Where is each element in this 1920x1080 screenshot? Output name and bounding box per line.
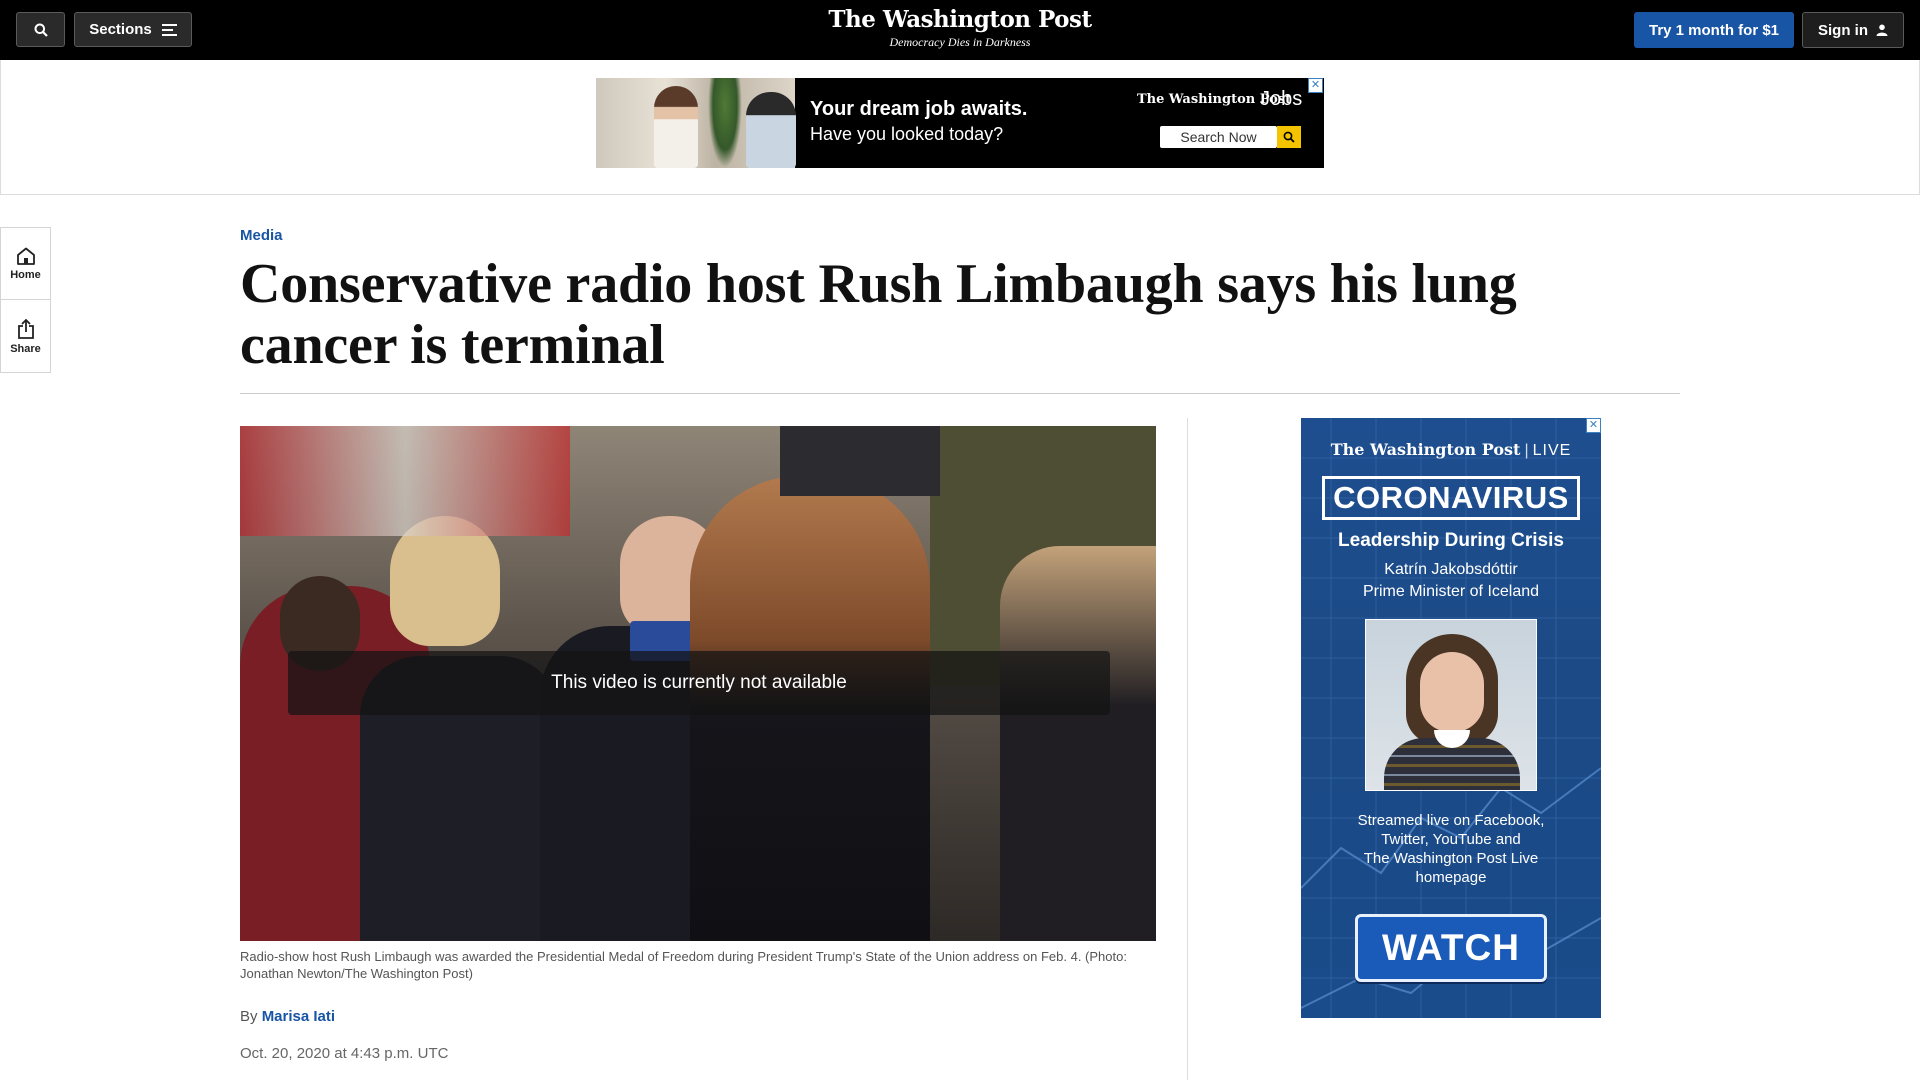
sign-in-button[interactable]: Sign in bbox=[1802, 12, 1904, 48]
masthead[interactable]: The Washington Post Democracy Dies in Da… bbox=[760, 6, 1160, 50]
site-tagline: Democracy Dies in Darkness bbox=[889, 35, 1031, 49]
guest-portrait bbox=[1365, 619, 1537, 791]
home-button[interactable]: Home bbox=[1, 228, 50, 300]
publish-date: Oct. 20, 2020 at 4:43 p.m. UTC bbox=[240, 1045, 449, 1062]
menu-icon bbox=[161, 23, 177, 36]
video-player[interactable]: This video is currently not available bbox=[240, 426, 1156, 941]
jobs-search-button[interactable] bbox=[1277, 126, 1301, 148]
section-kicker-link[interactable]: Media bbox=[240, 227, 283, 244]
live-ad-stream-info: Streamed live on Facebook, Twitter, YouT… bbox=[1301, 811, 1601, 887]
jobs-ad-subline: Have you looked today? bbox=[810, 124, 1004, 144]
watch-button[interactable]: WATCH bbox=[1355, 914, 1547, 982]
site-logo[interactable]: The Washington Post bbox=[760, 6, 1160, 33]
live-ad-brand-separator: | bbox=[1524, 442, 1529, 459]
close-icon[interactable]: ✕ bbox=[1586, 418, 1601, 433]
author-link[interactable]: Marisa Iati bbox=[262, 1008, 335, 1025]
share-label: Share bbox=[10, 343, 41, 355]
byline-prefix: By bbox=[240, 1008, 258, 1025]
sections-menu-button[interactable]: Sections bbox=[74, 12, 192, 47]
column-divider bbox=[1187, 418, 1188, 1080]
sign-in-label: Sign in bbox=[1818, 21, 1868, 39]
jobs-banner-ad[interactable]: Your dream job awaits. Have you looked t… bbox=[596, 78, 1324, 168]
close-icon[interactable]: ✕ bbox=[1308, 78, 1323, 93]
live-ad-brand-name: The Washington Post bbox=[1330, 440, 1521, 459]
subscribe-button[interactable]: Try 1 month for $1 bbox=[1634, 12, 1794, 48]
jobs-search-field[interactable]: Search Now bbox=[1160, 126, 1277, 148]
search-icon bbox=[34, 23, 48, 37]
user-icon bbox=[1876, 24, 1888, 36]
live-ad-brand-live: LIVE bbox=[1532, 442, 1572, 459]
article-headline: Conservative radio host Rush Limbaugh sa… bbox=[240, 253, 1517, 376]
top-navigation-bar: Sections The Washington Post Democracy D… bbox=[0, 0, 1920, 60]
search-icon bbox=[1283, 131, 1295, 143]
live-ad-brand: The Washington Post | LIVE bbox=[1301, 440, 1601, 460]
live-ad-title: Leadership During Crisis bbox=[1338, 530, 1564, 551]
search-button[interactable] bbox=[16, 12, 65, 47]
home-label: Home bbox=[10, 268, 41, 281]
stream-line-2: Twitter, YouTube and bbox=[1381, 831, 1521, 848]
video-caption: Radio-show host Rush Limbaugh was awarde… bbox=[240, 949, 1127, 981]
home-icon bbox=[16, 247, 35, 265]
headline-divider bbox=[240, 393, 1680, 394]
jobs-ad-product: Jobs bbox=[1260, 88, 1303, 110]
byline: By Marisa Iati bbox=[240, 1008, 335, 1025]
left-utility-rail: Home Share bbox=[0, 227, 51, 373]
live-ad-guest-role: Prime Minister of Iceland bbox=[1362, 583, 1540, 600]
share-icon bbox=[17, 319, 34, 339]
video-unavailable-message: This video is currently not available bbox=[288, 651, 1110, 715]
live-ad-guest-name: Katrín Jakobsdóttir bbox=[1384, 561, 1518, 578]
jobs-ad-headline: Your dream job awaits. bbox=[810, 98, 1028, 120]
stream-line-3: The Washington Post Live bbox=[1363, 850, 1539, 867]
jobs-ad-photo bbox=[596, 78, 796, 168]
stream-line-4: homepage bbox=[1415, 869, 1487, 886]
sections-label: Sections bbox=[89, 21, 152, 38]
washington-post-live-ad[interactable]: The Washington Post | LIVE CORONAVIRUS Lea… bbox=[1301, 418, 1601, 1018]
share-button[interactable]: Share bbox=[1, 301, 50, 373]
live-ad-topic: CORONAVIRUS bbox=[1322, 476, 1580, 520]
stream-line-1: Streamed live on Facebook, bbox=[1357, 812, 1545, 829]
